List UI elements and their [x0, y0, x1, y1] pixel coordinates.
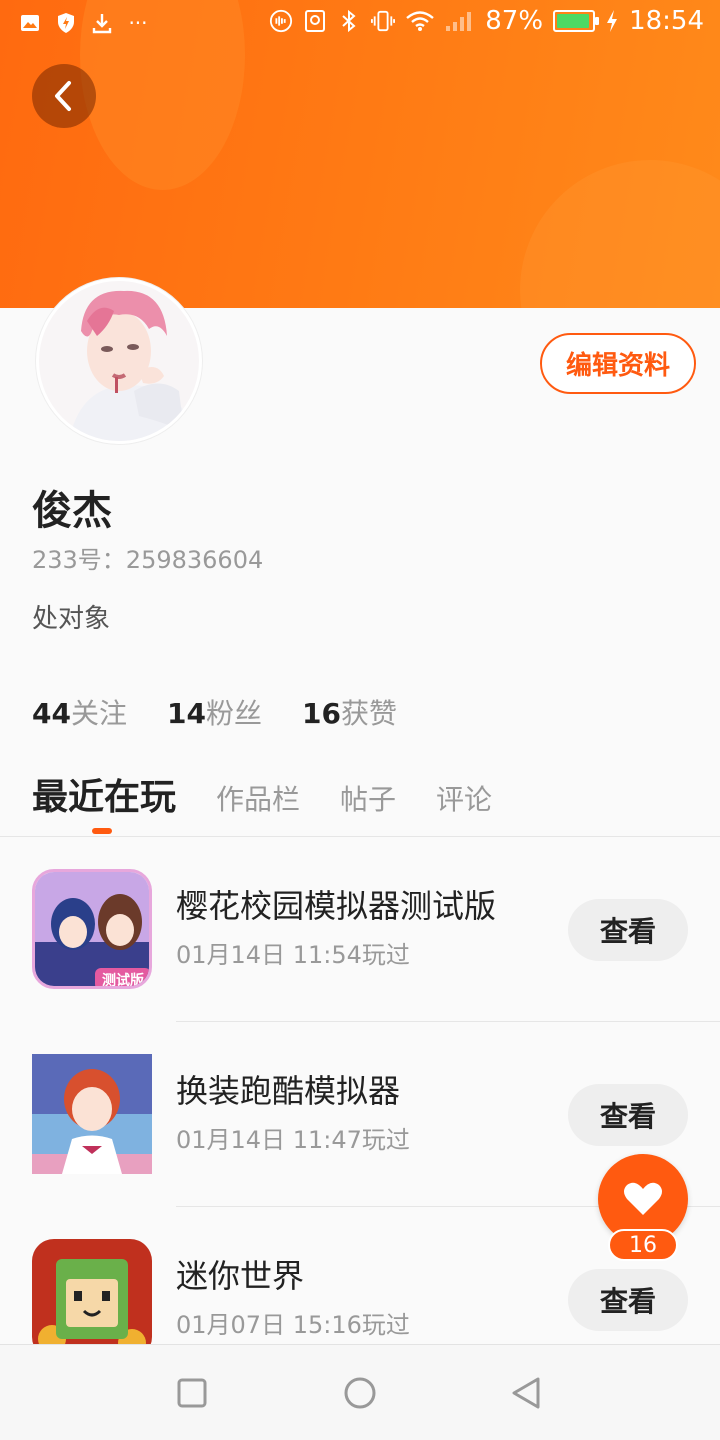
view-button[interactable]: 查看 — [568, 1269, 688, 1331]
game-icon — [32, 1054, 152, 1174]
heart-icon — [624, 1182, 662, 1215]
stat-following-count: 44 — [32, 697, 71, 730]
battery-icon — [553, 10, 600, 32]
chevron-left-icon — [55, 81, 71, 111]
tab-works[interactable]: 作品栏 — [216, 778, 300, 818]
profile-name: 俊杰 — [32, 488, 112, 534]
stat-followers[interactable]: 14粉丝 — [167, 692, 262, 732]
stat-likes-label: 获赞 — [340, 697, 397, 730]
tab-comments[interactable]: 评论 — [436, 778, 492, 818]
game-icon-label: 测试版 — [102, 972, 144, 989]
back-nav-button[interactable] — [508, 1375, 544, 1411]
triangle-back-icon — [512, 1377, 540, 1409]
bluetooth-icon — [337, 8, 361, 34]
more-dots-icon: ··· — [128, 11, 148, 35]
circle-icon — [344, 1377, 376, 1409]
header-decoration — [520, 160, 720, 308]
download-icon — [90, 10, 114, 36]
home-button[interactable] — [342, 1375, 378, 1411]
avatar[interactable] — [36, 278, 202, 444]
gallery-icon — [18, 10, 42, 36]
tab-posts[interactable]: 帖子 — [340, 778, 396, 818]
active-tab-indicator — [92, 828, 112, 834]
game-played-time: 01月14日 11:54玩过 — [176, 941, 410, 969]
stat-followers-count: 14 — [166, 697, 206, 730]
audio-wave-icon — [269, 8, 293, 34]
view-button[interactable]: 查看 — [568, 899, 688, 961]
system-nav-bar — [0, 1344, 720, 1440]
game-played-time: 01月14日 11:47玩过 — [176, 1126, 410, 1154]
game-title: 樱花校园模拟器测试版 — [176, 887, 497, 925]
profile-stats: 44关注 14粉丝 16获赞 — [32, 692, 397, 732]
profile-bio: 处对象 — [32, 604, 111, 634]
wifi-icon — [405, 8, 435, 34]
game-title: 换装跑酷模拟器 — [176, 1072, 401, 1110]
charging-icon — [605, 8, 619, 34]
profile-tabs: 最近在玩 作品栏 帖子 评论 — [32, 768, 532, 820]
tab-recently-played[interactable]: 最近在玩 — [32, 768, 176, 820]
back-button[interactable] — [32, 64, 96, 128]
vibrate-icon — [371, 8, 396, 34]
stat-following-label: 关注 — [70, 697, 127, 730]
like-count-badge: 16 — [608, 1229, 678, 1261]
square-icon — [177, 1378, 207, 1408]
status-time: 18:54 — [629, 6, 704, 36]
shield-icon — [54, 10, 78, 36]
stat-likes[interactable]: 16获赞 — [302, 692, 397, 732]
nfc-icon — [303, 8, 327, 34]
battery-percent: 87% — [485, 6, 544, 36]
game-icon: 测试版 — [32, 869, 152, 989]
stat-likes-count: 16 — [301, 697, 341, 730]
stat-following[interactable]: 44关注 — [32, 692, 127, 732]
game-played-time: 01月07日 15:16玩过 — [176, 1311, 410, 1339]
profile-uid: 233号：259836604 — [32, 546, 264, 574]
status-bar: ··· 87% 18:54 — [0, 0, 720, 50]
recent-apps-button[interactable] — [174, 1375, 210, 1411]
list-item[interactable]: 测试版 樱花校园模拟器测试版 01月14日 11:54玩过 查看 — [0, 837, 720, 1022]
signal-icon — [445, 8, 475, 34]
stat-followers-label: 粉丝 — [205, 697, 262, 730]
game-icon — [32, 1239, 152, 1359]
game-title: 迷你世界 — [176, 1257, 305, 1295]
view-button[interactable]: 查看 — [568, 1084, 688, 1146]
edit-profile-button[interactable]: 编辑资料 — [540, 333, 696, 394]
